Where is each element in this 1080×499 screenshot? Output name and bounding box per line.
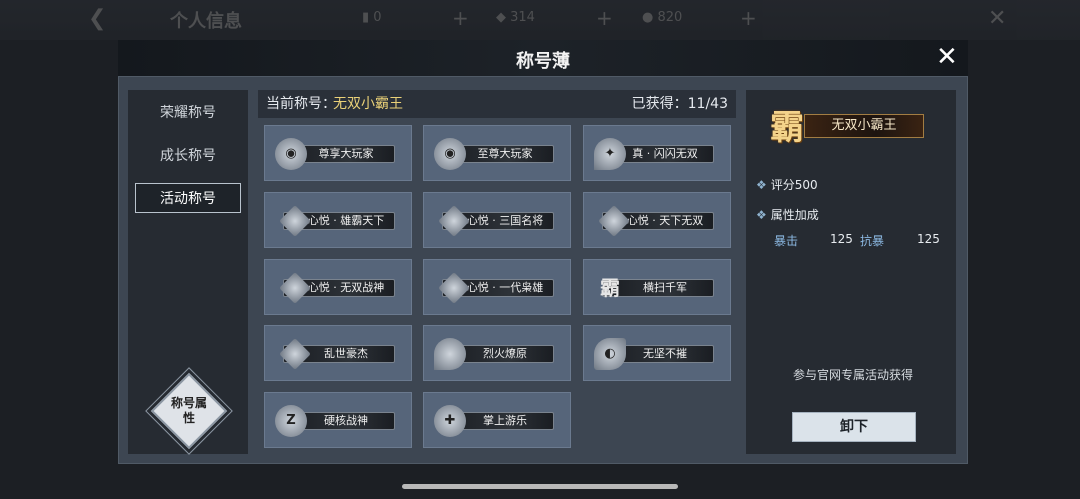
tab-event[interactable]: 活动称号	[135, 183, 241, 213]
acquire-source: 参与官网专属活动获得	[792, 368, 913, 382]
title-card[interactable]: 烈火燎原	[423, 325, 571, 381]
background-topbar: ❮ 个人信息 ▮ 0 + ◆ 314 + ● 820 + ✕	[0, 0, 1080, 40]
wing-icon	[438, 272, 470, 304]
stat-crit: 暴击	[774, 234, 799, 248]
badge-name: 无双小霸王	[804, 114, 924, 138]
score: ❖ 评分500	[756, 178, 818, 192]
attribute-heading: ❖ 属性加成	[756, 208, 819, 222]
wing-icon	[438, 205, 470, 237]
tab-growth[interactable]: 成长称号	[135, 141, 241, 171]
ghost-icon: ✦	[594, 138, 626, 170]
title-card[interactable]: 乱世豪杰	[264, 325, 412, 381]
title-card[interactable]: 心悦 · 三国名将	[423, 192, 571, 248]
gamepad-icon: ✚	[434, 405, 466, 437]
title-card[interactable]: 至尊大玩家 ◉	[423, 125, 571, 181]
wing-icon	[279, 272, 311, 304]
title-attributes-label: 称号属性	[170, 396, 207, 425]
badge-character: 霸	[770, 108, 804, 148]
wing-icon	[598, 205, 630, 237]
flame-icon	[434, 338, 466, 370]
home-indicator[interactable]	[402, 484, 678, 489]
wing-icon	[279, 205, 311, 237]
wechat-icon: ◉	[275, 138, 307, 170]
current-title-bar: 当前称号： 无双小霸王 已获得：11/43	[258, 90, 736, 118]
title-card[interactable]: 心悦 · 雄霸天下	[264, 192, 412, 248]
title-card[interactable]: 心悦 · 一代枭雄	[423, 259, 571, 315]
diamond-bullet-icon: ❖	[756, 178, 767, 192]
wechat-icon: ◉	[434, 138, 466, 170]
stat-anticrit: 抗暴	[860, 234, 885, 248]
current-title-value: 无双小霸王	[333, 96, 403, 112]
tab-honor[interactable]: 荣耀称号	[135, 98, 241, 128]
obtained-count: 已获得：11/43	[631, 96, 728, 112]
modal-title: 称号薄	[516, 51, 570, 72]
close-button[interactable]: ✕	[936, 42, 958, 72]
plus-icon: +	[596, 6, 613, 30]
title-card[interactable]: 心悦 · 天下无双	[583, 192, 731, 248]
resource-1: ▮ 0	[362, 10, 382, 25]
title-card[interactable]: 无坚不摧 ◐	[583, 325, 731, 381]
title-card[interactable]: 硬核战神 Z	[264, 392, 412, 448]
current-title-label: 当前称号：	[266, 96, 336, 112]
selected-title-badge: 无双小霸王 霸	[770, 100, 930, 148]
back-icon: ❮	[88, 6, 107, 31]
title-card[interactable]: 尊享大玩家 ◉	[264, 125, 412, 181]
resource-3: ● 820	[642, 10, 683, 25]
modal-header: 称号薄 ✕	[118, 40, 968, 76]
unequip-button[interactable]: 卸下	[792, 412, 916, 442]
close-icon: ✕	[988, 6, 1007, 31]
title-card[interactable]: 心悦 · 无双战神	[264, 259, 412, 315]
stat-crit-value: 125	[830, 232, 853, 246]
stat-anticrit-value: 125	[917, 232, 940, 246]
background-title: 个人信息	[170, 11, 242, 32]
title-card[interactable]: 掌上游乐 ✚	[423, 392, 571, 448]
title-card[interactable]: 真 · 闪闪无双 ✦	[583, 125, 731, 181]
blade-icon	[279, 338, 311, 370]
ba-char-icon: 霸	[600, 276, 620, 300]
eye-icon: ◐	[594, 338, 626, 370]
title-card[interactable]: 横扫千军 霸	[583, 259, 731, 315]
z-emblem-icon: Z	[275, 405, 307, 437]
plus-icon: +	[452, 6, 469, 30]
diamond-bullet-icon: ❖	[756, 208, 767, 222]
resource-2: ◆ 314	[496, 10, 535, 25]
plus-icon: +	[740, 6, 757, 30]
